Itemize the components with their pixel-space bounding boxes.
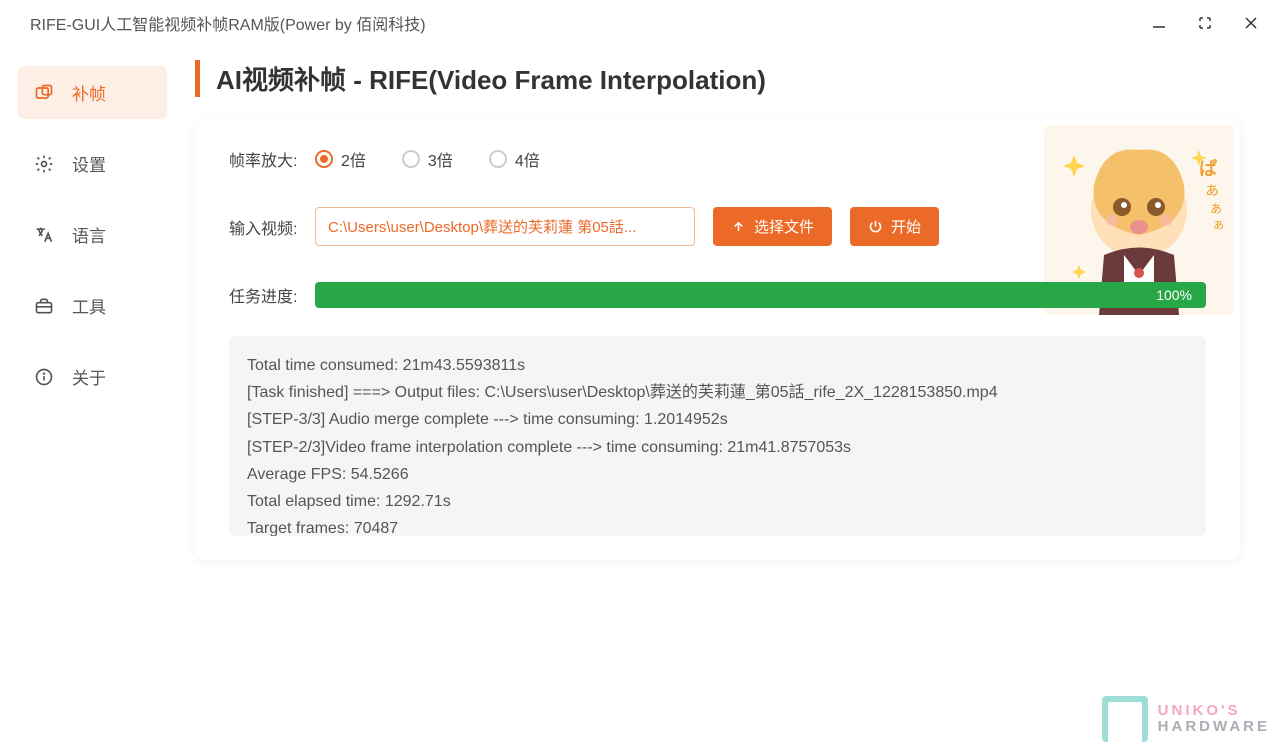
input-video-label: 输入视频:	[229, 215, 315, 239]
close-button[interactable]	[1242, 14, 1260, 32]
radio-label: 4倍	[515, 147, 540, 171]
radio-4x[interactable]: 4倍	[489, 147, 540, 171]
info-icon	[34, 367, 54, 387]
log-line: [Task finished] ===> Output files: C:\Us…	[247, 379, 1188, 406]
watermark-logo	[1102, 696, 1148, 742]
frame-rate-label: 帧率放大:	[229, 147, 315, 171]
sidebar: 补帧 设置 语言 工具 关于	[0, 46, 185, 750]
radio-circle-icon	[315, 150, 333, 168]
log-line: Target frames: 70487	[247, 515, 1188, 536]
minimize-button[interactable]	[1150, 14, 1168, 32]
watermark: UNIKO'S HARDWARE	[1102, 696, 1270, 742]
button-label: 选择文件	[754, 216, 814, 237]
sidebar-item-tools[interactable]: 工具	[18, 279, 167, 332]
start-button[interactable]: 开始	[850, 207, 939, 246]
sidebar-item-label: 关于	[72, 364, 106, 389]
radio-3x[interactable]: 3倍	[402, 147, 453, 171]
sidebar-item-about[interactable]: 关于	[18, 350, 167, 403]
maximize-button[interactable]	[1196, 14, 1214, 32]
window-title: RIFE-GUI人工智能视频补帧RAM版(Power by 佰阅科技)	[30, 11, 426, 35]
frame-rate-options: 2倍 3倍 4倍	[315, 147, 540, 171]
interpolate-icon	[34, 83, 54, 103]
sidebar-item-settings[interactable]: 设置	[18, 137, 167, 190]
log-line: Total time consumed: 21m43.5593811s	[247, 352, 1188, 379]
select-file-button[interactable]: 选择文件	[713, 207, 832, 246]
watermark-text: UNIKO'S HARDWARE	[1158, 703, 1270, 736]
log-line: Average FPS: 54.5266	[247, 461, 1188, 488]
svg-text:ぁ: ぁ	[1212, 217, 1225, 232]
window-controls	[1150, 14, 1260, 32]
video-path-input[interactable]: C:\Users\user\Desktop\葬送的芙莉蓮 第05話...	[315, 207, 695, 246]
svg-text:ぱ: ぱ	[1199, 158, 1217, 179]
translate-icon	[34, 225, 54, 245]
radio-2x[interactable]: 2倍	[315, 147, 366, 171]
toolbox-icon	[34, 296, 54, 316]
button-label: 开始	[891, 216, 921, 237]
progress-percent: 100%	[1156, 287, 1192, 303]
page-title: AI视频补帧 - RIFE(Video Frame Interpolation)	[195, 60, 1240, 97]
power-icon	[868, 219, 883, 234]
sidebar-item-label: 补帧	[72, 80, 106, 105]
main-card: ぱ ぁ ぁ ぁ 帧率放大: 2倍	[195, 119, 1240, 560]
gear-icon	[34, 154, 54, 174]
progress-bar: 100%	[315, 282, 1206, 308]
svg-text:ぁ: ぁ	[1204, 182, 1220, 199]
upload-icon	[731, 219, 746, 234]
sidebar-item-label: 设置	[72, 151, 106, 176]
svg-text:ぁ: ぁ	[1209, 200, 1223, 216]
titlebar: RIFE-GUI人工智能视频补帧RAM版(Power by 佰阅科技)	[0, 0, 1280, 46]
log-output[interactable]: Total time consumed: 21m43.5593811s [Tas…	[229, 336, 1206, 536]
sidebar-item-label: 工具	[72, 293, 106, 318]
sidebar-item-interpolate[interactable]: 补帧	[18, 66, 167, 119]
log-line: Total elapsed time: 1292.71s	[247, 488, 1188, 515]
radio-circle-icon	[489, 150, 507, 168]
sidebar-item-label: 语言	[72, 222, 106, 247]
radio-circle-icon	[402, 150, 420, 168]
radio-label: 3倍	[428, 147, 453, 171]
main-content: AI视频补帧 - RIFE(Video Frame Interpolation)…	[185, 46, 1280, 750]
log-line: [STEP-2/3]Video frame interpolation comp…	[247, 434, 1188, 461]
sidebar-item-language[interactable]: 语言	[18, 208, 167, 261]
progress-label: 任务进度:	[229, 283, 315, 307]
log-line: [STEP-3/3] Audio merge complete ---> tim…	[247, 406, 1188, 433]
radio-label: 2倍	[341, 147, 366, 171]
progress-row: 任务进度: 100%	[229, 282, 1206, 308]
